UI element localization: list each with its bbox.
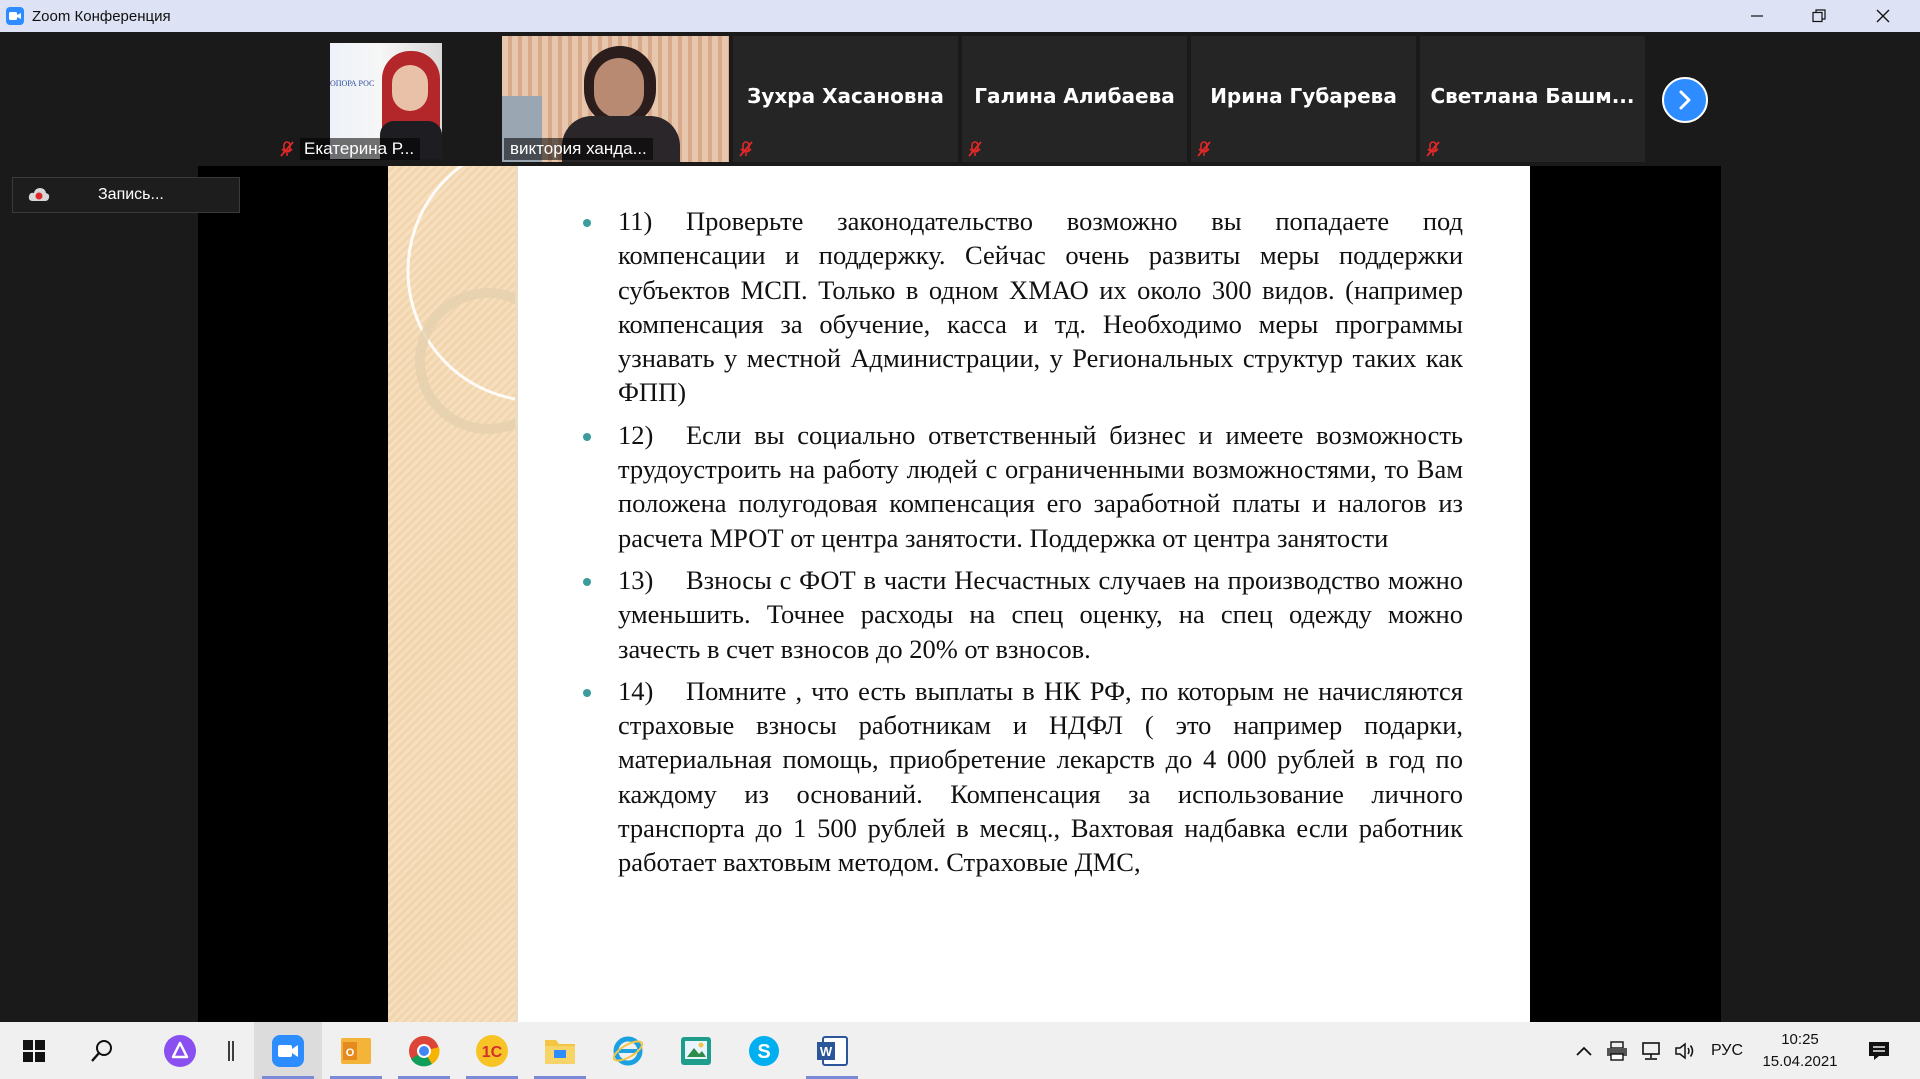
- participant-name: Галина Алибаева: [974, 84, 1175, 108]
- cloud-record-icon: [28, 188, 50, 201]
- participant-name: Ирина Губарева: [1210, 84, 1397, 108]
- presentation-slide: 11) Проверьте законодательство возможно в…: [388, 166, 1530, 1022]
- svg-text:O: O: [346, 1047, 355, 1059]
- outlook-icon[interactable]: O: [322, 1022, 390, 1079]
- skype-icon[interactable]: S: [730, 1022, 798, 1079]
- bullet-number: 13): [618, 564, 654, 595]
- volume-icon[interactable]: [1670, 1022, 1700, 1079]
- zoom-icon[interactable]: [254, 1022, 322, 1079]
- participant-tile[interactable]: Зухра Хасановна: [733, 36, 958, 162]
- bullet-text: Если вы социально ответственный бизнес и…: [618, 419, 1463, 553]
- recording-label: Запись...: [98, 186, 164, 203]
- bullet-dot: [583, 577, 591, 586]
- participant-name: Светлана Башм...: [1430, 84, 1635, 108]
- photos-icon[interactable]: [662, 1022, 730, 1079]
- svg-text:S: S: [757, 1041, 770, 1063]
- participant-tile-active[interactable]: виктория ханда...: [502, 36, 729, 162]
- search-icon[interactable]: [68, 1022, 136, 1079]
- participant-tile[interactable]: Светлана Башм...: [1420, 36, 1645, 162]
- task-view-icon[interactable]: [206, 1022, 256, 1079]
- svg-text:W: W: [820, 1044, 833, 1059]
- slide-text: 11) Проверьте законодательство возможно в…: [583, 204, 1463, 888]
- bullet-dot: [583, 219, 591, 227]
- participant-tile[interactable]: Ирина Губарева: [1191, 36, 1416, 162]
- restore-icon[interactable]: [1788, 0, 1850, 32]
- bullet-number: 14): [618, 675, 654, 706]
- bullet-text: Взносы с ФОТ в части Несчастных случаев …: [618, 564, 1463, 664]
- minimize-icon[interactable]: [1726, 0, 1788, 32]
- participant-strip: ОПОРА РОС Екатерина Р... виктория ханда.…: [0, 32, 1920, 166]
- clock-date: 15.04.2021: [1762, 1052, 1838, 1070]
- network-icon[interactable]: [1636, 1022, 1666, 1079]
- muted-mic-icon: [968, 141, 982, 157]
- participant-name: Зухра Хасановна: [747, 84, 944, 108]
- notifications-icon[interactable]: [1858, 1022, 1900, 1079]
- bullet-number: 12): [618, 419, 654, 450]
- bullet-text: Помните , что есть выплаты в НК РФ, по к…: [618, 675, 1463, 878]
- 1c-icon[interactable]: 1С: [458, 1022, 526, 1079]
- slide-bullet: 12) Если вы социально ответственный бизне…: [583, 418, 1463, 555]
- printer-icon[interactable]: [1602, 1022, 1632, 1079]
- zoom-app-icon: [6, 7, 24, 25]
- recording-indicator[interactable]: Запись...: [12, 177, 240, 213]
- next-page-button[interactable]: [1662, 77, 1708, 123]
- window-title: Zoom Конференция: [32, 7, 171, 25]
- bullet-dot: [583, 688, 591, 697]
- alice-icon[interactable]: [146, 1022, 214, 1079]
- chrome-icon[interactable]: [390, 1022, 458, 1079]
- bullet-number: 11): [618, 206, 653, 236]
- chevron-up-icon[interactable]: [1570, 1022, 1598, 1079]
- taskbar: O 1С S W РУС 10:25 15.04.2021: [0, 1022, 1920, 1079]
- logo-text: ОПОРА РОС: [330, 79, 375, 88]
- slide-bullet: 13) Взносы с ФОТ в части Несчастных случа…: [583, 563, 1463, 666]
- bullet-text: Проверьте законодательство возможно вы п…: [618, 206, 1463, 408]
- participant-name: Екатерина Р...: [300, 138, 421, 160]
- slide-bullet: 11) Проверьте законодательство возможно в…: [583, 204, 1463, 410]
- muted-mic-icon: [1426, 141, 1440, 157]
- ie-icon[interactable]: [594, 1022, 662, 1079]
- close-icon[interactable]: [1852, 0, 1914, 32]
- start-icon[interactable]: [0, 1022, 68, 1079]
- decorative-circles: [406, 166, 515, 434]
- word-icon[interactable]: W: [798, 1022, 866, 1079]
- language-indicator[interactable]: РУС: [1704, 1022, 1750, 1079]
- svg-text:1С: 1С: [482, 1044, 503, 1061]
- participant-tile[interactable]: Галина Алибаева: [962, 36, 1187, 162]
- slide-bullet: 14) Помните , что есть выплаты в НК РФ, п…: [583, 674, 1463, 880]
- clock[interactable]: 10:25 15.04.2021: [1752, 1022, 1848, 1079]
- explorer-icon[interactable]: [526, 1022, 594, 1079]
- participant-name: виктория ханда...: [504, 138, 653, 160]
- muted-mic-icon: [1197, 141, 1211, 157]
- chevron-right-icon: [1679, 90, 1691, 110]
- slide-decoration: [388, 166, 518, 1022]
- title-bar: Zoom Конференция: [0, 0, 1920, 32]
- muted-mic-icon: [739, 141, 753, 157]
- bullet-dot: [583, 432, 591, 441]
- clock-time: 10:25: [1781, 1030, 1819, 1048]
- participant-tile[interactable]: ОПОРА РОС Екатерина Р...: [274, 36, 498, 162]
- muted-mic-icon: [280, 141, 294, 157]
